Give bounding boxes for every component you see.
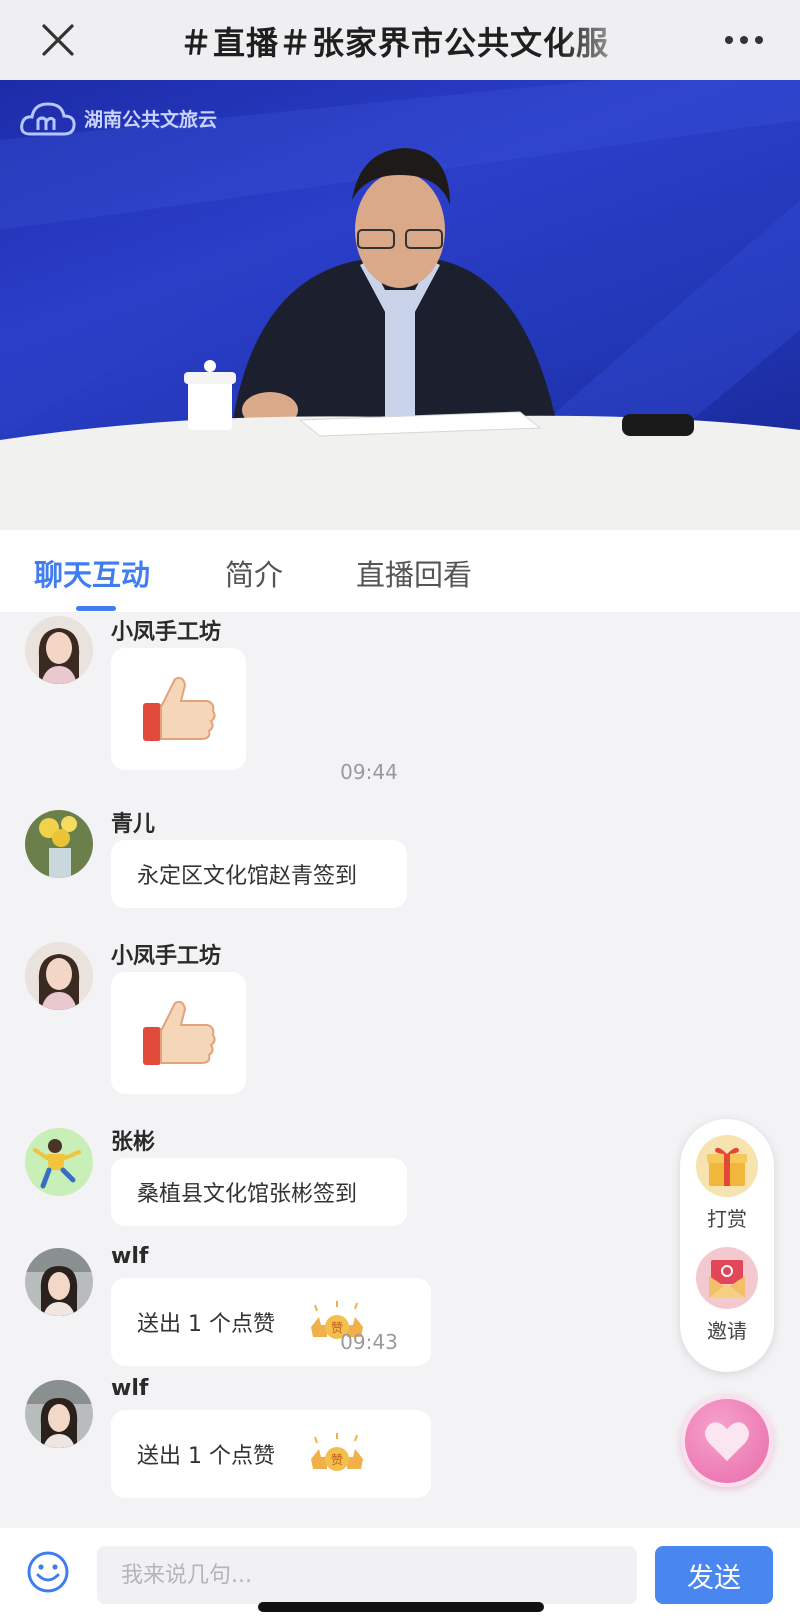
invite-envelope-icon xyxy=(696,1247,758,1309)
like-button[interactable] xyxy=(681,1395,773,1487)
timestamp: 09:43 xyxy=(340,1330,398,1354)
tab-chat[interactable]: 聊天互动 xyxy=(34,552,150,594)
live-video-player[interactable]: 湖南公共文旅云 xyxy=(0,80,800,530)
send-button[interactable]: 发送 xyxy=(655,1546,773,1604)
message-bubble: 永定区文化馆赵青签到 xyxy=(111,840,407,908)
more-button[interactable] xyxy=(716,18,772,62)
top-nav-bar: ＃直播＃张家界市公共文化服 xyxy=(0,0,800,80)
avatar[interactable] xyxy=(25,810,93,878)
title-fade xyxy=(560,14,650,66)
chat-message-list[interactable]: 小凤手工坊 09:44 青儿 永定区文化馆赵青签到 小凤手工坊 张彬 桑植县文化… xyxy=(0,612,800,1528)
message-bubble: 送出 1 个点赞 赞 xyxy=(111,1410,431,1498)
sender-name: 张彬 xyxy=(111,1130,156,1155)
home-indicator xyxy=(258,1602,544,1612)
sender-name: wlf xyxy=(111,1244,149,1269)
avatar[interactable] xyxy=(25,1128,93,1196)
floating-action-panel: 打赏 邀请 xyxy=(680,1119,774,1372)
tab-intro[interactable]: 简介 xyxy=(225,552,283,594)
smiley-icon xyxy=(27,1551,69,1593)
timestamp: 09:44 xyxy=(340,760,398,784)
tab-bar: 聊天互动 简介 直播回看 xyxy=(0,530,800,612)
gift-icon xyxy=(696,1135,758,1197)
reward-label: 打赏 xyxy=(707,1207,747,1231)
avatar[interactable] xyxy=(25,942,93,1010)
video-background-graphics xyxy=(0,80,800,530)
sender-name: 小凤手工坊 xyxy=(111,944,222,969)
message-text: 送出 1 个点赞 xyxy=(137,1444,275,1469)
reward-button[interactable]: 打赏 xyxy=(680,1135,774,1232)
message-bubble xyxy=(111,648,246,770)
emoji-button[interactable] xyxy=(26,1550,76,1600)
avatar[interactable] xyxy=(25,1248,93,1316)
cloud-logo-icon xyxy=(20,102,76,136)
more-dots-icon xyxy=(725,36,763,44)
close-button[interactable] xyxy=(30,16,86,64)
heart-icon xyxy=(705,1422,749,1461)
message-bubble: 桑植县文化馆张彬签到 xyxy=(111,1158,407,1226)
thumbs-up-icon xyxy=(142,1000,216,1065)
svg-text:赞: 赞 xyxy=(331,1453,343,1467)
tab-replay[interactable]: 直播回看 xyxy=(356,552,472,594)
avatar[interactable] xyxy=(25,616,93,684)
video-watermark-logo: 湖南公共文旅云 xyxy=(20,100,217,136)
video-logo-text: 湖南公共文旅云 xyxy=(84,108,218,131)
active-tab-indicator xyxy=(76,606,116,611)
sender-name: 青儿 xyxy=(111,812,156,837)
message-input[interactable] xyxy=(97,1546,637,1604)
avatar[interactable] xyxy=(25,1380,93,1448)
like-sticker-icon: 赞 xyxy=(310,1433,363,1471)
close-icon xyxy=(42,24,74,56)
invite-button[interactable]: 邀请 xyxy=(680,1247,774,1344)
thumbs-up-icon xyxy=(142,676,216,741)
message-bubble xyxy=(111,972,246,1094)
invite-label: 邀请 xyxy=(707,1319,747,1343)
sender-name: wlf xyxy=(111,1376,149,1401)
sender-name: 小凤手工坊 xyxy=(111,620,222,645)
